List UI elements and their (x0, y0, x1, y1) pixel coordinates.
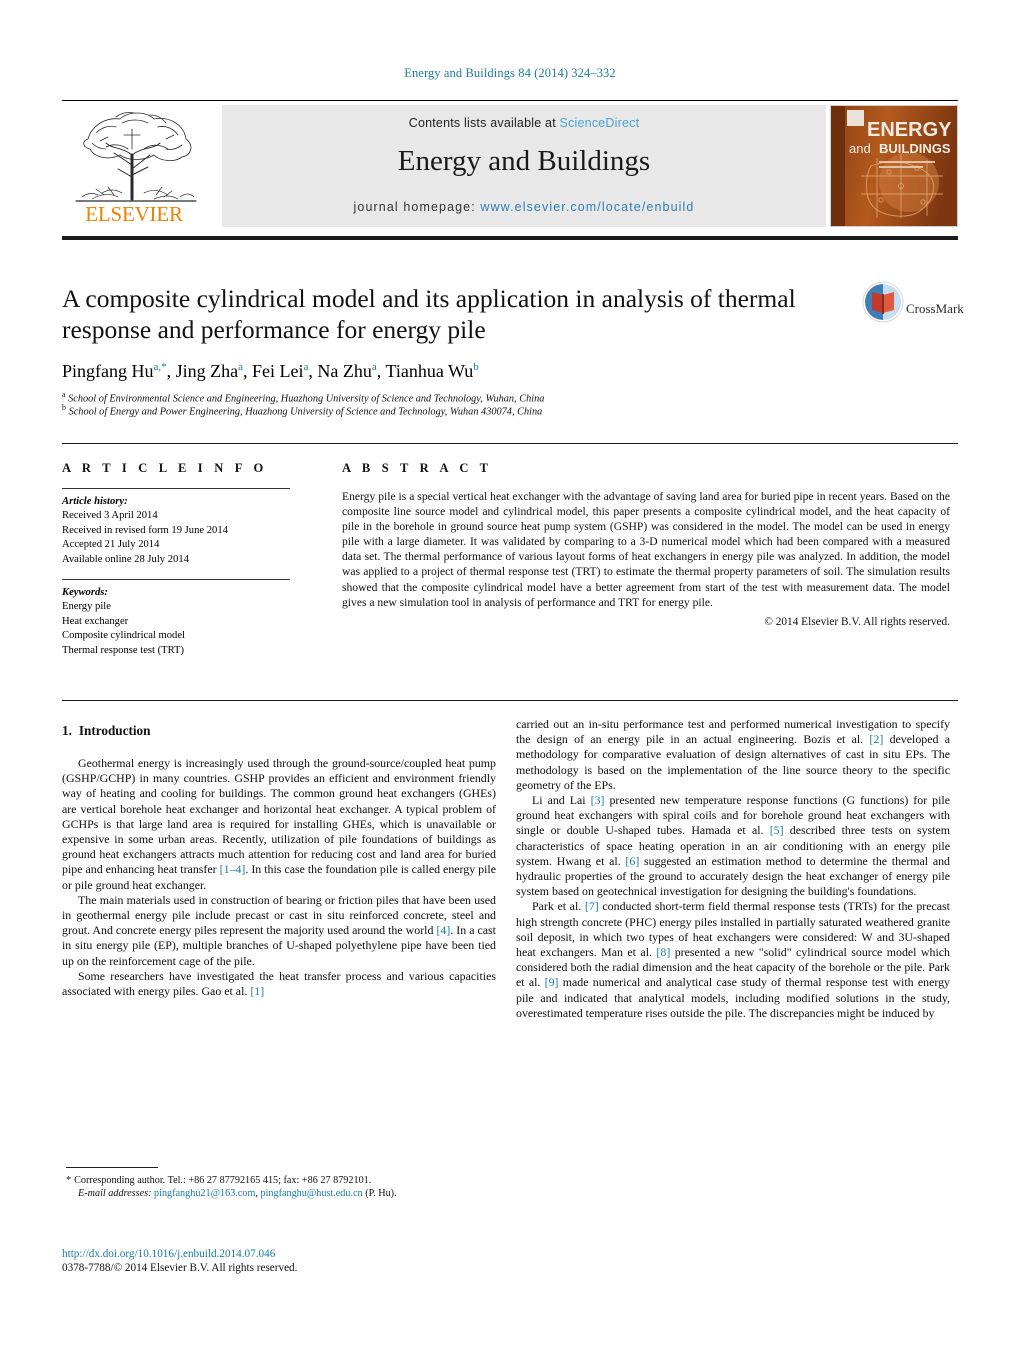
corresponding-marker: * (66, 1175, 72, 1186)
footnote-divider (66, 1167, 158, 1168)
crossmark-badge[interactable]: CrossMark (862, 281, 964, 339)
citation-ref[interactable]: [8] (656, 945, 670, 959)
citation-ref[interactable]: [6] (625, 854, 639, 868)
journal-cover-thumbnail[interactable]: ENERGY and BUILDINGS (830, 105, 958, 227)
keyword-item: Thermal response test (TRT) (62, 644, 185, 656)
keyword-item: Composite cylindrical model (62, 630, 185, 642)
elsevier-logo[interactable]: ELSEVIER (62, 103, 210, 229)
body-column-left: Geothermal energy is increasingly used t… (62, 756, 496, 999)
abstract-text: Energy pile is a special vertical heat e… (342, 490, 950, 609)
doi-link[interactable]: http://dx.doi.org/10.1016/j.enbuild.2014… (62, 1247, 275, 1261)
homepage-url-link[interactable]: www.elsevier.com/locate/enbuild (480, 200, 694, 214)
citation-ref[interactable]: [5] (770, 823, 784, 837)
journal-cover-art: ENERGY and BUILDINGS (831, 106, 957, 226)
citation-ref[interactable]: [4] (436, 923, 450, 937)
email-attribution: (P. Hu). (365, 1188, 397, 1200)
sciencedirect-link[interactable]: ScienceDirect (560, 116, 640, 130)
article-page: Energy and Buildings 84 (2014) 324–332 E… (0, 0, 1020, 1351)
history-item: Received 3 April 2014 (62, 510, 158, 522)
elsevier-wordmark: ELSEVIER (85, 202, 183, 226)
history-item: Received in revised form 19 June 2014 (62, 524, 228, 536)
homepage-prefix: journal homepage: (353, 200, 481, 214)
footnote-block: * Corresponding author. Tel.: +86 27 8779… (66, 1174, 496, 1201)
citation-ref[interactable]: [2] (869, 732, 883, 746)
email-link-1[interactable]: pingfanghu21@163.com (154, 1188, 255, 1199)
issn-copyright: 0378-7788/© 2014 Elsevier B.V. All right… (62, 1262, 298, 1274)
citation-ref[interactable]: [1–4] (220, 862, 246, 876)
contents-prefix: Contents lists available at (408, 116, 560, 130)
body-column-right: carried out an in-situ performance test … (516, 717, 950, 1021)
citation-ref[interactable]: [3] (591, 793, 605, 807)
abstract-heading: A B S T R A C T (342, 461, 493, 475)
email-link-2[interactable]: pingfanghu@hust.edu.cn (260, 1188, 362, 1199)
keywords-label: Keywords: (62, 587, 108, 599)
abstract-block: Energy pile is a special vertical heat e… (342, 489, 950, 630)
journal-homepage-line: journal homepage: www.elsevier.com/locat… (222, 200, 826, 214)
history-item: Accepted 21 July 2014 (62, 539, 160, 551)
citation-ref[interactable]: [7] (585, 899, 599, 913)
contents-available-line: Contents lists available at ScienceDirec… (222, 116, 826, 130)
abstract-copyright: © 2014 Elsevier B.V. All rights reserved… (764, 615, 950, 628)
email-label: E-mail addresses: (78, 1188, 152, 1200)
paragraph: carried out an in-situ performance test … (516, 717, 950, 792)
paragraph: The main materials used in construction … (62, 892, 496, 968)
info-band-top-rule (62, 443, 958, 444)
cover-title-buildings: BUILDINGS (879, 141, 951, 156)
section-number: 1. (62, 723, 72, 738)
article-history-label: Article history: (62, 496, 128, 507)
info-band-bottom-rule (62, 700, 958, 701)
section-title: Introduction (78, 723, 151, 738)
cover-title-and: and (849, 141, 871, 156)
email-line: E-mail addresses: pingfanghu21@163.com, … (66, 1187, 496, 1200)
info-divider-2 (62, 579, 290, 581)
masthead-panel: Contents lists available at ScienceDirec… (222, 105, 826, 227)
paragraph: Li and Lai [3] presented new temperature… (516, 793, 951, 899)
paragraph: Geothermal energy is increasingly used t… (62, 756, 497, 892)
info-divider-1 (62, 488, 290, 489)
masthead-bottom-rule (62, 236, 958, 240)
author-list: Pingfang Hua,*, Jing Zhaa, Fei Leia, Na … (62, 361, 479, 381)
history-item: Available online 28 July 2014 (62, 553, 189, 565)
paragraph: Some researchers have investigated the h… (62, 968, 496, 999)
article-info-heading: A R T I C L E I N F O (62, 461, 268, 475)
corresponding-author-note: Corresponding author. Tel.: +86 27 87792… (74, 1175, 372, 1186)
page-title: A composite cylindrical model and its ap… (62, 284, 796, 344)
elsevier-tree-icon (75, 112, 197, 202)
paragraph: Park et al. [7] conducted short-term fie… (516, 899, 950, 1020)
keyword-item: Energy pile (62, 601, 111, 613)
article-info-column: Article history: Received 3 April 2014 R… (62, 488, 312, 658)
citation-ref[interactable]: [1] (250, 984, 264, 998)
crossmark-label: CrossMark (906, 301, 964, 316)
keyword-item: Heat exchanger (62, 615, 129, 627)
journal-masthead: ELSEVIER Contents lists available at Sci… (62, 101, 958, 229)
journal-title: Energy and Buildings (397, 145, 651, 177)
affiliation-b: b School of Energy and Power Engineering… (62, 403, 543, 418)
cover-title-energy: ENERGY (867, 119, 952, 141)
crossmark-icon (862, 281, 904, 323)
section-heading-introduction: 1. Introduction (62, 723, 150, 739)
citation-ref[interactable]: [9] (545, 975, 559, 989)
running-head: Energy and Buildings 84 (2014) 324–332 (404, 66, 616, 80)
